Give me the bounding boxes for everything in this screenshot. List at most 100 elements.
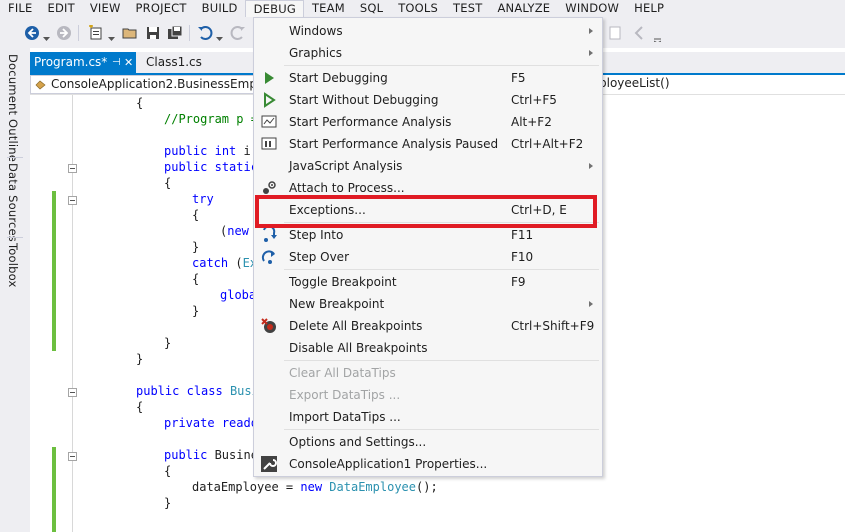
menu-item-step-into[interactable]: Step Into F11 [255, 224, 601, 246]
performance-paused-icon [261, 136, 277, 152]
menu-bar: FILE EDIT VIEW PROJECT BUILD DEBUG TEAM SQL TOOL… [0, 0, 845, 18]
menu-item-label: Import DataTips ... [289, 410, 401, 424]
menu-item-toggle-breakpoint[interactable]: Toggle Breakpoint F9 [255, 271, 601, 293]
menu-analyze[interactable]: ANALYZE [489, 0, 557, 17]
toolbox-tab[interactable]: Toolbox [6, 243, 20, 288]
code-line: } [164, 496, 172, 510]
code-line: try [192, 192, 214, 206]
menu-debug[interactable]: DEBUG [244, 0, 304, 18]
menu-item-label: New Breakpoint [289, 297, 385, 311]
menu-item-label: Disable All Breakpoints [289, 341, 428, 355]
performance-icon [261, 114, 277, 130]
menu-item-label: Start Without Debugging [289, 93, 439, 107]
dock-separator [7, 157, 23, 158]
menu-item-windows[interactable]: Windows [255, 20, 601, 42]
menu-item-attach-to-process[interactable]: Attach to Process... [255, 177, 601, 199]
menu-item-step-over[interactable]: Step Over F10 [255, 246, 601, 268]
redo-icon[interactable] [230, 25, 246, 41]
new-project-icon[interactable] [88, 25, 104, 41]
menu-item-start-without-debugging[interactable]: Start Without Debugging Ctrl+F5 [255, 89, 601, 111]
collapse-toggle[interactable] [68, 164, 77, 173]
menu-view[interactable]: VIEW [82, 0, 128, 17]
member-dropdown-value: ployeeList() [599, 76, 670, 90]
type-dropdown[interactable]: ConsoleApplication2.BusinessEmployee [30, 75, 256, 94]
pin-icon[interactable]: ⊣ [112, 52, 121, 73]
menu-help[interactable]: HELP [626, 0, 671, 17]
dock-separator [7, 237, 23, 238]
collapse-toggle[interactable] [68, 196, 77, 205]
menu-item-shortcut: Ctrl+D, E [511, 203, 567, 217]
undo-icon[interactable] [197, 25, 213, 41]
debug-menu: Windows Graphics Start Debugging F5 Start Wi… [253, 17, 603, 477]
collapse-toggle[interactable] [68, 452, 77, 461]
menu-item-graphics[interactable]: Graphics [255, 42, 601, 64]
code-line: { [192, 272, 200, 286]
code-line: { [136, 400, 144, 414]
menu-item-shortcut: Alt+F2 [511, 115, 552, 129]
document-outline-tab[interactable]: Document Outline [6, 54, 20, 162]
menu-item-disable-all-breakpoints[interactable]: Disable All Breakpoints [255, 337, 601, 359]
forward-icon[interactable] [56, 25, 72, 41]
menu-item-delete-all-breakpoints[interactable]: Delete All Breakpoints Ctrl+Shift+F9 [255, 315, 601, 337]
menu-item-options-and-settings[interactable]: Options and Settings... [255, 431, 601, 453]
menu-item-shortcut: F11 [511, 228, 534, 242]
member-dropdown[interactable]: ployeeList() [599, 75, 670, 94]
menu-window[interactable]: WINDOW [557, 0, 626, 17]
menu-sql[interactable]: SQL [352, 0, 390, 17]
chevron-down-icon[interactable] [653, 31, 662, 44]
menu-item-new-breakpoint[interactable]: New Breakpoint [255, 293, 601, 315]
menu-separator [284, 222, 599, 223]
menu-item-shortcut: F10 [511, 250, 534, 264]
menu-item-start-performance-analysis-paused[interactable]: Start Performance Analysis Paused Ctrl+Al… [255, 133, 601, 155]
menu-item-exceptions[interactable]: Exceptions... Ctrl+D, E [255, 199, 601, 221]
menu-item-start-debugging[interactable]: Start Debugging F5 [255, 67, 601, 89]
save-all-icon[interactable] [167, 25, 183, 41]
open-icon[interactable] [122, 25, 138, 41]
menu-separator [284, 429, 599, 430]
save-icon[interactable] [145, 25, 161, 41]
menu-separator [284, 269, 599, 270]
class-icon [35, 80, 46, 90]
tab-label: Class1.cs [146, 55, 202, 69]
menu-team[interactable]: TEAM [304, 0, 352, 17]
bookmark-icon[interactable] [607, 25, 623, 41]
tab-class1-cs[interactable]: Class1.cs [142, 52, 222, 73]
menu-item-label: Step Into [289, 228, 344, 242]
step-over-icon [261, 249, 277, 265]
data-sources-tab[interactable]: Data Sources [6, 163, 20, 242]
menu-item-export-datatips: Export DataTips ... [255, 384, 601, 406]
menu-file[interactable]: FILE [0, 0, 39, 17]
menu-item-label: Exceptions... [289, 203, 366, 217]
back-icon[interactable] [24, 25, 40, 41]
submenu-arrow-icon [589, 50, 593, 56]
type-dropdown-value: ConsoleApplication2.BusinessEmployee [51, 77, 256, 91]
outline-gutter [72, 95, 73, 532]
menu-item-label: Step Over [289, 250, 349, 264]
chevron-down-icon[interactable] [108, 31, 115, 41]
play-icon [261, 70, 277, 86]
toolbar-separator [189, 25, 190, 41]
chevron-down-icon[interactable] [43, 31, 50, 41]
menu-item-consoleapplication1-properties[interactable]: ConsoleApplication1 Properties... [255, 453, 601, 475]
chevron-down-icon[interactable] [216, 31, 223, 41]
menu-separator [284, 360, 599, 361]
menu-project[interactable]: PROJECT [128, 0, 194, 17]
submenu-arrow-icon [589, 163, 593, 169]
menu-item-import-datatips[interactable]: Import DataTips ... [255, 406, 601, 428]
close-icon[interactable]: ✕ [124, 52, 133, 73]
collapse-toggle[interactable] [68, 388, 77, 397]
menu-edit[interactable]: EDIT [39, 0, 81, 17]
code-line: } [136, 352, 144, 366]
menu-build[interactable]: BUILD [194, 0, 245, 17]
code-line: { [164, 464, 172, 478]
menu-item-start-performance-analysis[interactable]: Start Performance Analysis Alt+F2 [255, 111, 601, 133]
menu-item-shortcut: Ctrl+Shift+F9 [511, 319, 595, 333]
code-line: { [192, 208, 200, 222]
menu-item-javascript-analysis[interactable]: JavaScript Analysis [255, 155, 601, 177]
menu-test[interactable]: TEST [445, 0, 489, 17]
menu-tools[interactable]: TOOLS [390, 0, 445, 17]
code-line: { [136, 96, 144, 110]
tab-program-cs[interactable]: Program.cs* ⊣ ✕ [30, 52, 136, 73]
submenu-arrow-icon [589, 301, 593, 307]
bookmark-prev-icon[interactable] [632, 25, 648, 41]
